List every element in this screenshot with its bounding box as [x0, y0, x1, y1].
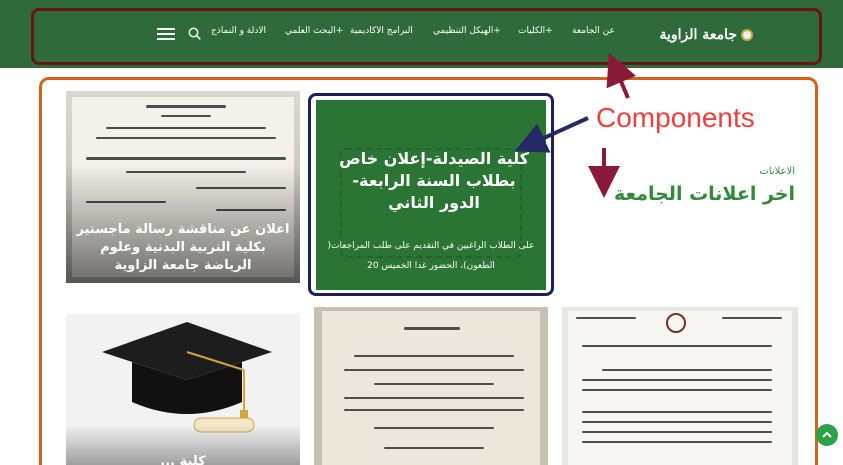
announcement-card-featured[interactable]: كلية الصيدلة-إعلان خاص بطلاب السنة الراب… — [316, 100, 546, 290]
annotation-label: Components — [596, 102, 755, 133]
card-title[interactable]: اعلان عن مناقشة رسالة ماجستير بكلية التر… — [76, 221, 290, 275]
card-title[interactable]: كلية ... — [76, 454, 290, 465]
announcement-card-3[interactable] — [562, 307, 798, 465]
graduation-cap-photo — [102, 322, 272, 433]
featured-card-excerpt: على الطلاب الراغبين في التقديم على طلب ا… — [327, 241, 535, 271]
document-photo — [322, 311, 540, 465]
components-highlight-nav — [31, 8, 822, 65]
announcement-card-5[interactable] — [314, 307, 548, 465]
chevron-up-icon — [822, 431, 832, 438]
announcement-card-1[interactable]: اعلان عن مناقشة رسالة ماجستير بكلية التر… — [66, 91, 300, 283]
scroll-to-top-button[interactable] — [816, 424, 838, 446]
section-title: اخر اعلانات الجامعة — [613, 183, 795, 205]
announcement-card-4[interactable]: كلية ... — [66, 314, 300, 465]
section-label: الاعلانات — [759, 166, 795, 177]
featured-card-title[interactable]: كلية الصيدلة-إعلان خاص بطلاب السنة الراب… — [334, 148, 534, 214]
seal-icon — [666, 313, 686, 333]
